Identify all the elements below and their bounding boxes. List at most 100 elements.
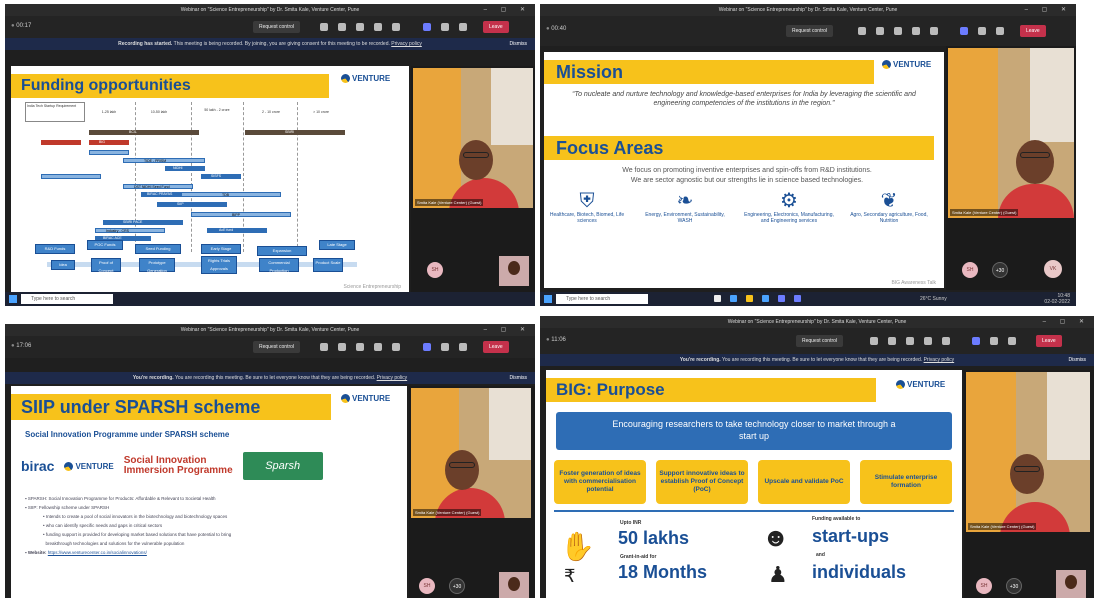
slide-subtitle: Social Innovation Programme under SPARSH… [25,430,230,439]
taskbar-search[interactable]: Type here to search [21,294,113,304]
people-icon[interactable] [320,343,328,351]
funding-bar: AcE fund [207,228,267,233]
participant-avatar[interactable]: SH [962,262,978,278]
funding-bar: TIDE - PRISM [123,158,205,163]
taskbar-app[interactable] [730,295,737,302]
meeting-timer: 11:06 [546,337,566,343]
participant-avatar[interactable]: SH [976,578,992,594]
react-icon[interactable] [356,23,364,31]
dismiss-button[interactable]: Dismiss [510,38,528,50]
taskbar-app[interactable] [778,295,785,302]
taskbar-app[interactable] [714,295,721,302]
participant-caption: Smita Kale (Venture Center) (Guest) [413,509,482,516]
mic-icon[interactable] [441,23,449,31]
share-icon[interactable] [1008,337,1016,345]
camera-icon[interactable] [423,343,431,351]
sparsh-logo: Sparsh [242,452,323,480]
camera-icon[interactable] [972,337,980,345]
quadrant-siip-sparsh: Webinar on "Science Entrepreneurship" by… [5,324,535,598]
windows-start-icon[interactable] [544,295,552,303]
more-icon[interactable] [392,343,400,351]
more-icon[interactable] [392,23,400,31]
window-controls[interactable]: – ▢ ✕ [484,4,531,16]
venture-center-logo: VENTURE [341,394,390,403]
presenter-video: Smita Kale (Venture Center) (Guest) [948,48,1074,218]
sii-logo: Social Innovation Immersion Programme [123,455,233,476]
purpose-box: Stimulate enterprise formation [860,460,952,504]
rooms-icon[interactable] [924,337,932,345]
participant-avatar[interactable]: SH [427,262,443,278]
rooms-icon[interactable] [374,343,382,351]
request-control-button[interactable]: Request control [786,25,834,37]
react-icon[interactable] [894,27,902,35]
more-icon[interactable] [930,27,938,35]
chat-icon[interactable] [338,23,346,31]
funding-bar: BIPP [191,212,291,217]
participants-pane: Smita Kale (Venture Center) (Guest) SH +… [409,386,535,598]
slide-footer: BIG Awareness Talk [891,280,936,286]
stage-col: 10-50 lakh [150,110,168,114]
mic-icon[interactable] [978,27,986,35]
bullet-item: breakthrough technologies and solutions … [45,541,185,546]
weather: 26°C Sunny [920,296,947,302]
dismiss-button[interactable]: Dismiss [510,372,528,384]
meeting-toolbar: 00:17 Request control Leave [5,16,535,38]
people-icon[interactable] [870,337,878,345]
taskbar-app[interactable] [746,295,753,302]
request-control-button[interactable]: Request control [253,21,301,33]
taskbar-app[interactable] [794,295,801,302]
venture-center-logo: VENTURE [341,74,390,83]
people-icon[interactable] [320,23,328,31]
share-icon[interactable] [459,343,467,351]
stage-col: 2 - 10 crore [262,110,280,114]
focus-area: ❧ Energy, Environment, Sustainability, WA… [640,191,730,224]
more-participants[interactable]: +30 [992,262,1008,278]
leave-button[interactable]: Leave [1020,25,1046,37]
leave-button[interactable]: Leave [483,341,509,353]
camera-icon[interactable] [423,23,431,31]
leave-button[interactable]: Leave [483,21,509,33]
react-icon[interactable] [906,337,914,345]
participant-avatar[interactable]: SH [419,578,435,594]
window-controls[interactable]: – ▢ ✕ [1043,316,1090,328]
dismiss-button[interactable]: Dismiss [1069,354,1087,366]
camera-icon[interactable] [960,27,968,35]
react-icon[interactable] [356,343,364,351]
share-icon[interactable] [996,27,1004,35]
website-link[interactable]: https://www.venturecenter.co.in/socialin… [48,550,147,555]
purpose-box: Foster generation of ideas with commerci… [554,460,646,504]
more-icon[interactable] [942,337,950,345]
mic-icon[interactable] [990,337,998,345]
windows-start-icon[interactable] [9,295,17,303]
funding-available-label: Funding available to [812,516,861,522]
meeting-timer: 00:40 [546,26,566,32]
mic-icon[interactable] [441,343,449,351]
mission-text: “To nucleate and nurture technology and … [572,91,916,107]
people-icon[interactable] [858,27,866,35]
request-control-button[interactable]: Request control [796,335,844,347]
window-controls[interactable]: – ▢ ✕ [1025,4,1072,16]
request-control-button[interactable]: Request control [253,341,301,353]
focus-title: Focus Areas [556,138,664,158]
funding-bar: SIIP [157,202,227,207]
quadrant-mission-focus: Webinar on "Science Entrepreneurship" by… [540,4,1076,306]
taskbar-app[interactable] [762,295,769,302]
slide-footer: Science Entrepreneurship [343,284,401,290]
participant-avatar[interactable]: VK [1044,260,1062,278]
meeting-timer: 00:17 [11,23,31,29]
and-label: and [816,552,825,558]
chat-icon[interactable] [888,337,896,345]
chat-icon[interactable] [876,27,884,35]
chat-icon[interactable] [338,343,346,351]
taskbar-search[interactable]: Type here to search [556,294,648,304]
share-icon[interactable] [459,23,467,31]
leave-button[interactable]: Leave [1036,335,1062,347]
rooms-icon[interactable] [374,23,382,31]
stage-box: Late Stage [319,240,355,250]
funding-bar: DST NIDHI Seed Fund [123,184,193,189]
more-participants[interactable]: +30 [449,578,465,594]
more-participants[interactable]: +30 [1006,578,1022,594]
rooms-icon[interactable] [912,27,920,35]
window-controls[interactable]: – ▢ ✕ [484,324,531,336]
stage-step: Proof of Concept [91,258,121,273]
